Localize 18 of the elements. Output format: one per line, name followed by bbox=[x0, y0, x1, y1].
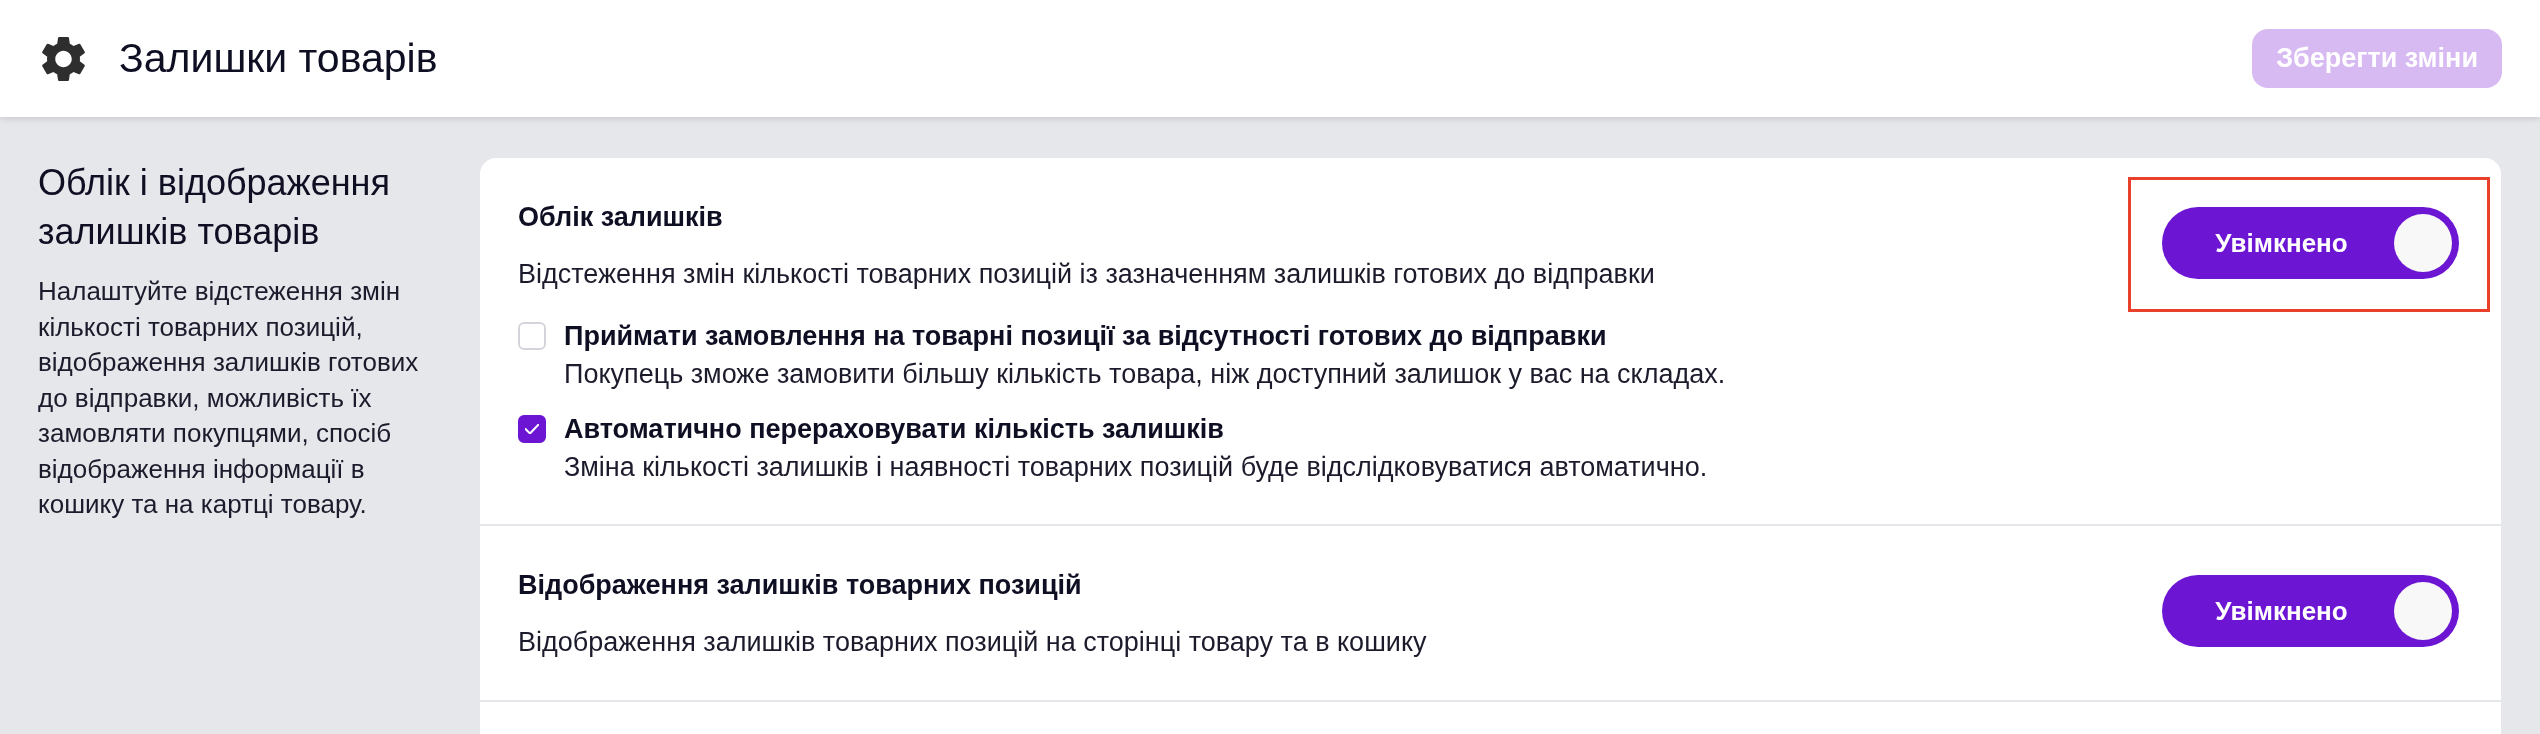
checkmark-icon bbox=[525, 424, 539, 434]
option-description: Зміна кількості залишків і наявності товарних позицій буде відслідковуватися автоматично. bbox=[564, 451, 1708, 484]
sidebar-description: Налаштуйте відстеження змін кількості товарних позицій, відображення залишків готових до відправки, можливість їх замовляти покупцями, спосіб відображення інформації в кошику та на картці товару. bbox=[38, 275, 420, 521]
option-label: Приймати замовлення на товарні позиції за відсутності готових до відправки bbox=[564, 320, 1608, 353]
section-title: Відображення залишків товарних позицій bbox=[518, 569, 1083, 602]
toggle-knob bbox=[2394, 582, 2452, 640]
option-label: Автоматично перераховувати кількість залишків bbox=[564, 413, 1225, 446]
toggle-switch[interactable]: Увімкнено bbox=[2162, 575, 2459, 647]
toggle-knob bbox=[2394, 214, 2452, 272]
section-description: Відстеження змін кількості товарних позицій із зазначенням залишків готових до відправки bbox=[518, 258, 1656, 291]
checkbox[interactable] bbox=[518, 415, 546, 443]
option-description: Покупець зможе замовити більшу кількість товара, ніж доступний залишок у вас на складах. bbox=[564, 358, 1726, 391]
page-title: Залишки товарів bbox=[119, 38, 438, 79]
settings-icon bbox=[42, 35, 85, 82]
section-title: Облік залишків bbox=[518, 201, 724, 234]
section-description: Відображення залишків товарних позицій на сторінці товару та в кошику bbox=[518, 626, 1428, 659]
toggle-switch[interactable]: Увімкнено bbox=[2162, 207, 2459, 279]
sidebar-title: Облік і відображення залишків товарів bbox=[38, 161, 391, 254]
